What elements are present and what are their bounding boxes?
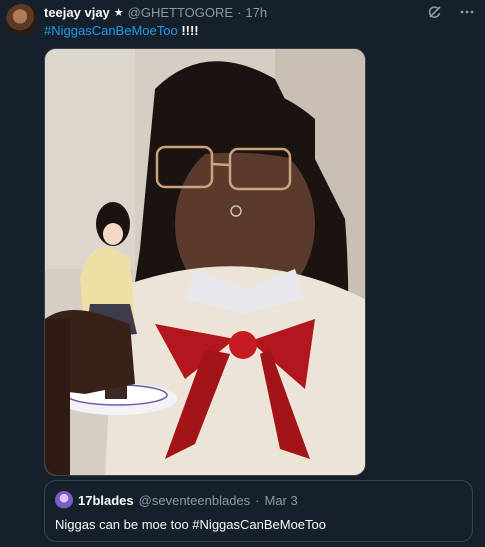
quote-timestamp[interactable]: Mar 3 xyxy=(265,493,298,508)
hashtag-link[interactable]: #NiggasCanBeMoeToo xyxy=(44,23,178,38)
timestamp[interactable]: 17h xyxy=(245,5,267,20)
star-icon: ★ xyxy=(113,6,124,19)
tweet-header: teejay vjay ★ @GHETTOGORE · 17h xyxy=(44,4,267,20)
quote-avatar[interactable] xyxy=(55,491,73,509)
tweet-photo[interactable] xyxy=(44,48,366,476)
grok-icon[interactable] xyxy=(427,4,443,20)
tweet[interactable]: teejay vjay ★ @GHETTOGORE · 17h #NiggasC… xyxy=(0,0,485,547)
avatar[interactable] xyxy=(6,4,37,35)
tweet-actions-top xyxy=(427,4,475,20)
display-name[interactable]: teejay vjay xyxy=(44,5,110,20)
separator-dot: · xyxy=(237,4,242,20)
quote-separator-dot: · xyxy=(255,492,260,508)
tweet-text-suffix: !!!! xyxy=(177,23,199,38)
quote-tweet[interactable]: 17blades @seventeenblades · Mar 3 Niggas… xyxy=(44,480,473,542)
quote-header: 17blades @seventeenblades · Mar 3 xyxy=(55,491,298,509)
handle[interactable]: @GHETTOGORE xyxy=(128,5,233,20)
quote-text: Niggas can be moe too #NiggasCanBeMoeToo xyxy=(55,517,327,532)
quote-display-name[interactable]: 17blades xyxy=(78,493,134,508)
quote-handle[interactable]: @seventeenblades xyxy=(139,493,251,508)
tweet-text: #NiggasCanBeMoeToo !!!! xyxy=(44,23,199,38)
more-icon[interactable] xyxy=(459,4,475,20)
